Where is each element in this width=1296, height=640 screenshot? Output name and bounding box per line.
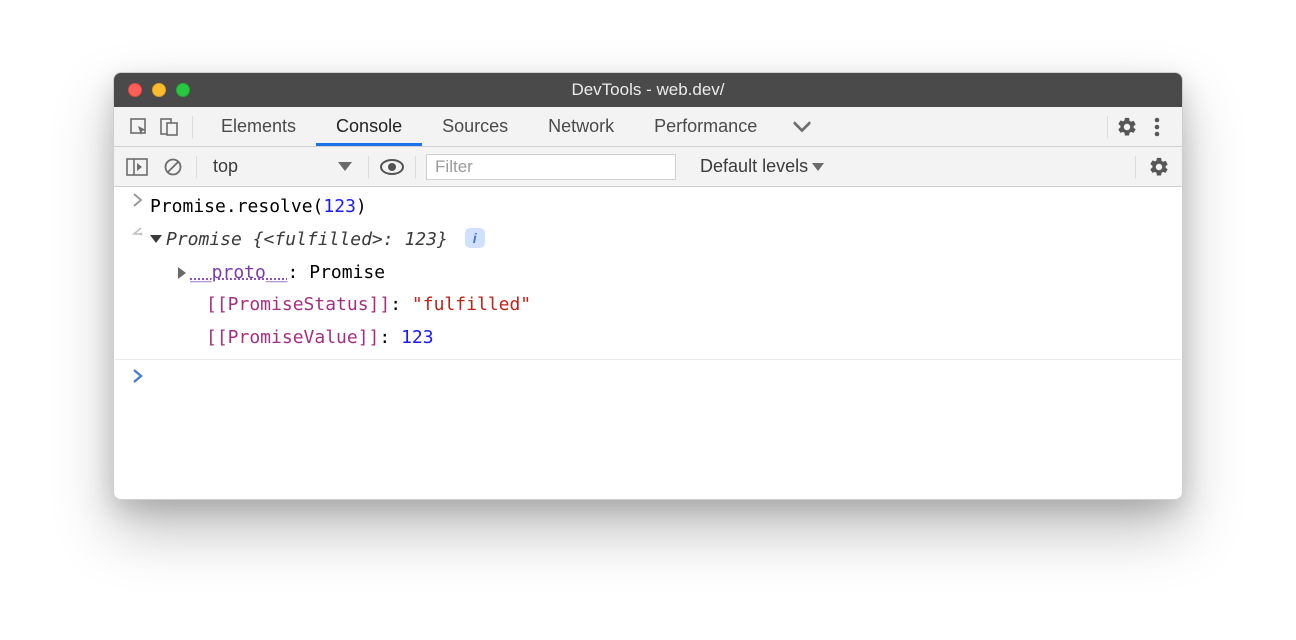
tab-label: Console	[336, 116, 402, 137]
number-literal: 123	[323, 196, 356, 217]
result-summary[interactable]: Promise {<fulfilled>: 123} i	[150, 226, 1170, 255]
filter-input[interactable]	[426, 154, 676, 180]
console-prompt-row[interactable]	[114, 366, 1182, 386]
disclosure-open-icon[interactable]	[150, 229, 166, 250]
window-title: DevTools - web.dev/	[114, 80, 1182, 100]
promise-value-row[interactable]: [[PromiseValue]]: 123	[150, 324, 1170, 353]
colon: :	[383, 229, 405, 250]
tab-label: Performance	[654, 116, 757, 137]
proto-row[interactable]: __proto__: Promise	[150, 259, 1170, 288]
brace: }	[437, 229, 448, 250]
status-label: <fulfilled>	[264, 229, 383, 250]
internal-property-key: [[PromiseValue]]	[206, 327, 379, 348]
devtools-tabstrip: Elements Console Sources Network Perform…	[114, 107, 1182, 147]
input-expression[interactable]: Promise.resolve(123)	[150, 193, 1170, 222]
code-text: Promise.resolve(	[150, 196, 323, 217]
maximize-window-button[interactable]	[176, 83, 190, 97]
element-picker-icon[interactable]	[124, 112, 154, 142]
colon: :	[390, 294, 412, 315]
tab-network[interactable]: Network	[528, 107, 634, 146]
console-result-row: Promise {<fulfilled>: 123} i	[114, 224, 1182, 257]
tab-performance[interactable]: Performance	[634, 107, 777, 146]
settings-icon[interactable]	[1112, 112, 1142, 142]
context-label: top	[213, 156, 238, 177]
device-toolbar-icon[interactable]	[154, 112, 184, 142]
execution-context-selector[interactable]: top	[207, 156, 358, 177]
proto-key: __proto__	[190, 262, 288, 283]
divider	[192, 116, 193, 138]
log-levels-selector[interactable]: Default levels	[694, 156, 830, 177]
input-chevron-icon	[126, 193, 150, 207]
divider	[415, 156, 416, 178]
result-property-row: [[PromiseStatus]]: "fulfilled"	[114, 289, 1182, 322]
prompt-chevron-icon	[126, 368, 150, 384]
tab-label: Network	[548, 116, 614, 137]
number-literal: 123	[401, 327, 434, 348]
colon: :	[379, 327, 401, 348]
console-toolbar: top Default levels	[114, 147, 1182, 187]
divider	[1135, 156, 1136, 178]
code-text: )	[356, 196, 367, 217]
tabs-overflow-icon[interactable]	[787, 112, 817, 142]
levels-label: Default levels	[700, 156, 808, 177]
promise-status-row[interactable]: [[PromiseStatus]]: "fulfilled"	[150, 291, 1170, 320]
colon: :	[288, 262, 310, 283]
more-menu-icon[interactable]	[1142, 112, 1172, 142]
return-arrow-icon	[126, 226, 150, 240]
disclosure-closed-icon[interactable]	[178, 262, 190, 283]
tab-console[interactable]: Console	[316, 107, 422, 146]
tab-elements[interactable]: Elements	[201, 107, 316, 146]
chevron-down-icon	[812, 163, 824, 171]
toggle-console-sidebar-icon[interactable]	[124, 154, 150, 180]
minimize-window-button[interactable]	[152, 83, 166, 97]
chevron-down-icon	[338, 162, 352, 171]
result-property-row: __proto__: Promise	[114, 257, 1182, 290]
string-literal: "fulfilled"	[412, 294, 531, 315]
value: 123	[404, 229, 437, 250]
object-name: Promise	[166, 229, 253, 250]
console-input-echo-row: Promise.resolve(123)	[114, 191, 1182, 224]
divider	[1107, 116, 1108, 138]
close-window-button[interactable]	[128, 83, 142, 97]
traffic-lights	[114, 83, 190, 97]
brace: {	[253, 229, 264, 250]
separator	[114, 359, 1182, 360]
devtools-window: DevTools - web.dev/ Elements Console Sou…	[113, 72, 1183, 500]
tab-label: Sources	[442, 116, 508, 137]
console-output[interactable]: Promise.resolve(123) Promise {<fulfilled…	[114, 187, 1182, 499]
divider	[196, 156, 197, 178]
console-settings-icon[interactable]	[1146, 154, 1172, 180]
info-badge-icon[interactable]: i	[465, 228, 485, 248]
live-expression-icon[interactable]	[379, 154, 405, 180]
divider	[368, 156, 369, 178]
titlebar: DevTools - web.dev/	[114, 73, 1182, 107]
proto-value: Promise	[309, 262, 385, 283]
result-property-row: [[PromiseValue]]: 123	[114, 322, 1182, 355]
internal-property-key: [[PromiseStatus]]	[206, 294, 390, 315]
tab-label: Elements	[221, 116, 296, 137]
clear-console-icon[interactable]	[160, 154, 186, 180]
tab-sources[interactable]: Sources	[422, 107, 528, 146]
